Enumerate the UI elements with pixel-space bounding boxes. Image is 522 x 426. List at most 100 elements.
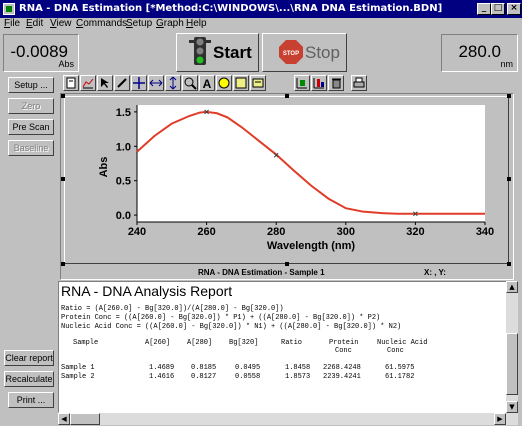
minimize-button[interactable]: _ — [477, 3, 491, 15]
formula-protein: Protein Conc = ((A[260.0] - Bg[320.0]) *… — [61, 314, 381, 322]
col-header-sample: Sample — [73, 339, 99, 347]
resize-handle[interactable] — [507, 177, 511, 181]
app-icon[interactable] — [3, 3, 15, 15]
menu-file[interactable]: File — [4, 18, 20, 29]
stop-label: Stop — [305, 43, 340, 62]
zoom-icon[interactable] — [182, 75, 198, 91]
resize-handle[interactable] — [61, 262, 65, 266]
resize-handle[interactable] — [61, 177, 65, 181]
scroll-thumb[interactable] — [506, 333, 518, 395]
scale-x-icon[interactable] — [148, 75, 164, 91]
y-tick-label: 0.0 — [116, 210, 131, 222]
window-title: RNA - DNA Estimation [*Method:C:\WINDOWS… — [19, 3, 443, 14]
autoscale-icon[interactable] — [294, 75, 310, 91]
cell-sample: Sample 2 — [61, 373, 95, 381]
report-title: RNA - DNA Analysis Report — [61, 283, 233, 299]
resize-handle[interactable] — [507, 262, 511, 266]
prescan-button[interactable]: Pre Scan — [8, 119, 54, 135]
cursor-readout: X: , Y: — [424, 268, 446, 277]
graph-frame[interactable]: 240 260 280 300 320 340 0.0 0.5 1.0 1.5 Wavelength… — [64, 96, 509, 264]
print-button[interactable]: Print ... — [8, 392, 54, 408]
y-axis-label: Abs — [98, 157, 110, 178]
absorbance-unit: Abs — [58, 59, 74, 69]
export-icon[interactable] — [250, 75, 266, 91]
x-axis-label: Wavelength (nm) — [267, 240, 356, 252]
cell-nucleic: 61.5975 — [385, 364, 415, 372]
cell-a260: 1.4689 — [149, 364, 175, 372]
move-icon[interactable] — [131, 75, 147, 91]
absorbance-chart: 240 260 280 300 320 340 0.0 0.5 1.0 1.5 Wavelength… — [98, 105, 494, 252]
col-header-a260: A[260] — [145, 339, 171, 347]
y-tick-label: 0.5 — [116, 176, 131, 188]
col-subheader-protein: Conc — [335, 347, 352, 355]
zero-button[interactable]: Zero — [8, 98, 54, 114]
label-icon[interactable] — [216, 75, 232, 91]
close-button[interactable]: × — [507, 3, 521, 15]
col-header-ratio: Ratio — [281, 339, 303, 347]
col-header-a280: A[280] — [187, 339, 213, 347]
y-tick-label: 1.5 — [116, 107, 131, 119]
cell-a280: 0.8185 — [191, 364, 217, 372]
pen-icon[interactable] — [114, 75, 130, 91]
wavelength-value: 280.0 — [458, 42, 501, 61]
scroll-left-arrow[interactable]: ◀ — [58, 413, 70, 425]
vertical-scrollbar[interactable]: ▲ ▼ — [506, 281, 518, 413]
report-area[interactable]: RNA - DNA Analysis Report Ratio = (A[260… — [58, 281, 514, 413]
graph-caption: RNA - DNA Estimation - Sample 1 — [198, 268, 325, 277]
hscroll-thumb[interactable] — [70, 413, 100, 425]
scroll-right-arrow[interactable]: ▶ — [494, 413, 506, 425]
absorbance-readout: -0.0089 Abs — [3, 34, 79, 72]
traffic-light-icon — [189, 37, 211, 65]
resize-handle[interactable] — [61, 94, 65, 98]
x-tick-label: 240 — [128, 226, 146, 238]
cell-bg320: 0.0558 — [235, 373, 261, 381]
x-tick-label: 260 — [197, 226, 215, 238]
x-tick-label: 300 — [337, 226, 355, 238]
menu-commands[interactable]: Commands — [76, 18, 127, 29]
plot-area — [137, 105, 485, 222]
copy-icon[interactable] — [233, 75, 249, 91]
x-tick-label: 280 — [267, 226, 285, 238]
x-tick-label: 320 — [406, 226, 424, 238]
recalculate-button[interactable]: Recalculate — [4, 371, 54, 387]
scroll-up-arrow[interactable]: ▲ — [506, 281, 518, 293]
scroll-down-arrow[interactable]: ▼ — [506, 401, 518, 413]
resize-handle[interactable] — [285, 262, 289, 266]
col-header-bg320: Bg[320] — [229, 339, 259, 347]
cell-a260: 1.4616 — [149, 373, 175, 381]
horizontal-scrollbar[interactable]: ◀ ▶ — [58, 413, 518, 425]
menu-edit[interactable]: Edit — [26, 18, 43, 29]
edit-icon[interactable] — [63, 75, 79, 91]
baseline-button[interactable]: Baseline — [8, 140, 54, 156]
graph-icon[interactable] — [80, 75, 96, 91]
clear-report-button[interactable]: Clear report — [4, 350, 54, 366]
cell-protein: 2239.4241 — [323, 373, 361, 381]
menu-graph[interactable]: Graph — [156, 18, 184, 29]
setup-button[interactable]: Setup ... — [8, 77, 54, 93]
print-graph-icon[interactable] — [351, 75, 367, 91]
pointer-icon[interactable] — [97, 75, 113, 91]
start-label: Start — [213, 43, 252, 62]
start-button[interactable]: Start — [176, 33, 259, 72]
cell-ratio: 1.8458 — [285, 364, 311, 372]
formula-ratio: Ratio = (A[260.0] - Bg[320.0])/(A[280.0]… — [61, 305, 284, 313]
trash-icon[interactable] — [328, 75, 344, 91]
maximize-button[interactable]: □ — [491, 3, 505, 15]
text-icon[interactable]: A — [199, 75, 215, 91]
title-bar: RNA - DNA Estimation [*Method:C:\WINDOWS… — [0, 0, 522, 18]
stop-sign-icon: STOP — [279, 40, 303, 64]
menu-help[interactable]: Help — [186, 18, 207, 29]
resize-handle[interactable] — [285, 94, 289, 98]
resize-handle[interactable] — [507, 94, 511, 98]
stack-icon[interactable] — [311, 75, 327, 91]
svg-text:A: A — [203, 77, 212, 90]
menu-bar: File Edit View Commands Setup Graph Help — [0, 18, 522, 32]
cell-protein: 2268.4248 — [323, 364, 361, 372]
menu-view[interactable]: View — [50, 18, 72, 29]
cell-nucleic: 61.1782 — [385, 373, 415, 381]
wavelength-readout: 280.0 nm — [441, 34, 518, 72]
stop-button[interactable]: STOP Stop — [262, 33, 347, 72]
menu-setup[interactable]: Setup — [126, 18, 152, 29]
scale-y-icon[interactable] — [165, 75, 181, 91]
svg-text:STOP: STOP — [283, 51, 299, 57]
